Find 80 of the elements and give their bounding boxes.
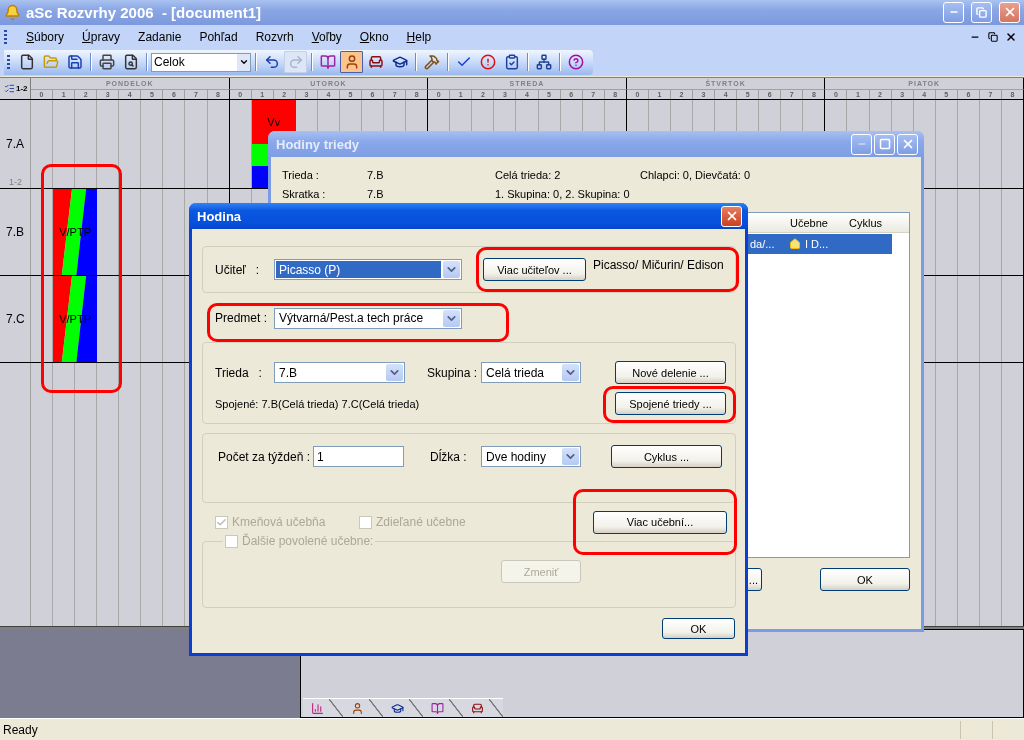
undo-icon bbox=[263, 54, 280, 71]
checkbox-label: Zdieľané učebne bbox=[376, 515, 466, 529]
teachers-text: Picasso/ Mičurin/ Edison bbox=[593, 258, 724, 272]
window-title: aSc Rozvrhy 2006 - [document1] bbox=[26, 4, 263, 21]
checkbox-label: Kmeňová učebňa bbox=[232, 515, 326, 529]
length-dropdown[interactable]: Dve hodiny bbox=[481, 446, 581, 467]
class-label[interactable]: 7.B bbox=[6, 224, 24, 239]
network-icon bbox=[535, 54, 552, 71]
restore-button[interactable] bbox=[986, 29, 1000, 44]
save-icon bbox=[66, 54, 83, 71]
menu-item[interactable]: Zadanie bbox=[129, 29, 191, 44]
field-value: 7.B bbox=[367, 187, 385, 200]
field-label: Skratka : bbox=[282, 187, 327, 200]
field-label: Predmet : bbox=[215, 311, 269, 325]
field-label: Dĺžka : bbox=[430, 449, 468, 464]
menu-item[interactable]: Súbory bbox=[17, 29, 74, 44]
class-label[interactable]: 7.A bbox=[6, 136, 24, 151]
class-dropdown[interactable]: 7.B bbox=[274, 362, 405, 383]
column-header[interactable]: Učebne bbox=[787, 216, 846, 229]
graduation-cap-icon bbox=[391, 701, 404, 715]
maximize-icon bbox=[878, 138, 891, 150]
corner-label: 1-2 bbox=[16, 83, 28, 93]
hammer-icon bbox=[423, 54, 440, 71]
menu-item[interactable]: Pohľad bbox=[190, 29, 247, 44]
dialog-button[interactable]: OK bbox=[820, 568, 910, 591]
period-range-label: 1-2 bbox=[9, 176, 22, 187]
print-preview-icon bbox=[122, 54, 139, 71]
restore-icon bbox=[976, 7, 987, 18]
field-label: Učiteľ : bbox=[215, 262, 261, 277]
ok-button[interactable]: OK bbox=[662, 618, 735, 639]
menu-item[interactable]: Help bbox=[397, 29, 441, 44]
house-icon bbox=[789, 238, 801, 250]
group-dropdown[interactable]: Celá trieda bbox=[481, 362, 581, 383]
teacher-icon bbox=[351, 701, 364, 715]
more-rooms-button[interactable]: Viac učební... bbox=[593, 510, 727, 534]
status-text: Ready bbox=[3, 722, 39, 737]
class-label[interactable]: 7.C bbox=[6, 311, 25, 326]
field-value: 1. Skupina: 0, 2. Skupina: 0 bbox=[495, 187, 631, 200]
checklist-icon bbox=[503, 54, 520, 71]
checkbox-label: Ďalšie povolené učebne: bbox=[242, 534, 374, 548]
field-value: 7.B bbox=[367, 168, 385, 181]
field-label: Skupina : bbox=[427, 365, 479, 380]
open-folder-icon bbox=[42, 54, 59, 71]
book-icon bbox=[431, 701, 444, 715]
view-dropdown[interactable]: Celok bbox=[151, 52, 251, 72]
column-header[interactable]: Cyklus bbox=[846, 216, 909, 229]
menu-item[interactable]: Okno bbox=[350, 29, 398, 44]
menu-item[interactable]: Rozvrh bbox=[246, 29, 303, 44]
view-tab[interactable] bbox=[463, 698, 503, 718]
field-label: Počet za týždeň : bbox=[218, 449, 312, 464]
chart-icon bbox=[311, 701, 324, 715]
view-tab[interactable] bbox=[303, 698, 343, 718]
list-icon[interactable] bbox=[4, 82, 15, 94]
alert-icon bbox=[479, 54, 496, 71]
list-cell: da/... bbox=[750, 238, 775, 250]
bell-icon bbox=[4, 4, 21, 21]
close-icon bbox=[1005, 30, 1017, 43]
cycle-button[interactable]: Cyklus ... bbox=[611, 445, 722, 468]
new-file-icon bbox=[18, 54, 35, 71]
field-label: Trieda : bbox=[215, 365, 263, 380]
teacher-dropdown[interactable]: Picasso (P) bbox=[274, 259, 462, 280]
count-input[interactable]: 1 bbox=[313, 446, 404, 467]
field-value: Chlapci: 0, Dievčatá: 0 bbox=[640, 168, 752, 181]
book-icon bbox=[319, 54, 336, 71]
printer-icon bbox=[98, 54, 115, 71]
joined-classes-button[interactable]: Spojené triedy ... bbox=[615, 392, 726, 415]
subject-dropdown[interactable]: Výtvarná/Pest.a tech práce bbox=[274, 307, 462, 329]
redo-icon bbox=[287, 54, 304, 71]
new-division-button[interactable]: Nové delenie ... bbox=[615, 361, 726, 384]
field-label: Trieda : bbox=[282, 168, 320, 181]
help-icon bbox=[567, 54, 584, 71]
joined-classes-text: Spojené: 7.B(Celá trieda) 7.C(Celá trieda) bbox=[215, 397, 421, 410]
menu-item[interactable]: Úpravy bbox=[73, 29, 130, 44]
field-value: Celá trieda: 2 bbox=[495, 168, 562, 181]
list-cell: I D... bbox=[805, 238, 829, 250]
restore-icon bbox=[988, 31, 998, 42]
more-teachers-button[interactable]: Viac učiteľov ... bbox=[483, 258, 586, 281]
menu-item[interactable]: Voľby bbox=[302, 29, 351, 44]
dialog-title: Hodina bbox=[197, 208, 243, 224]
maximize-button[interactable] bbox=[874, 133, 895, 155]
